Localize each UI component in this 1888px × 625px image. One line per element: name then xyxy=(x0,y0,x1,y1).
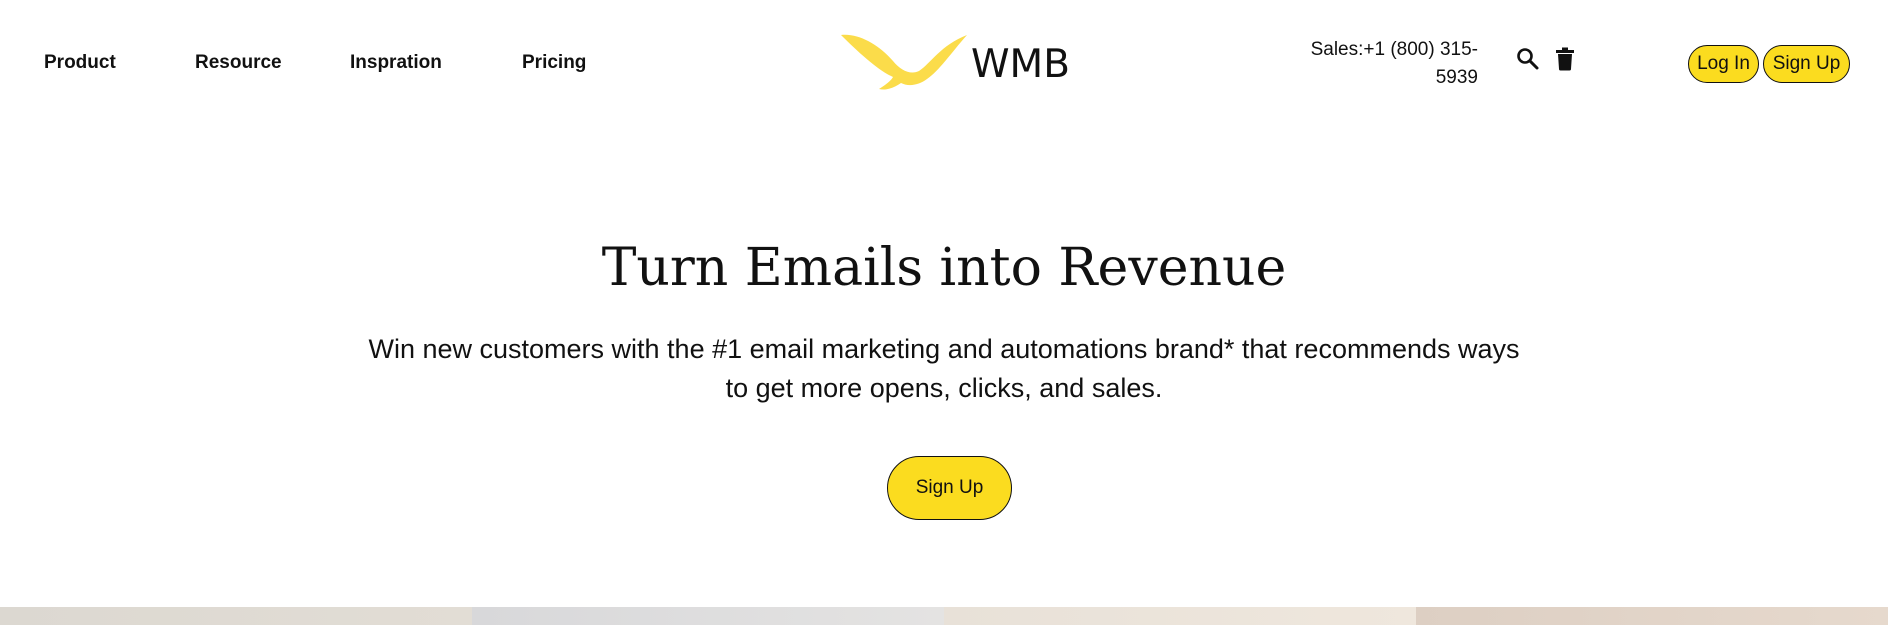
nav-item-product[interactable]: Product xyxy=(44,52,116,74)
image-gallery-strip xyxy=(0,607,1888,625)
gallery-image xyxy=(0,607,472,625)
login-button[interactable]: Log In xyxy=(1688,45,1759,83)
nav-item-inspiration[interactable]: Inspration xyxy=(350,52,442,74)
gallery-image xyxy=(944,607,1416,625)
search-icon[interactable] xyxy=(1516,47,1540,71)
trash-icon[interactable] xyxy=(1555,47,1575,71)
brand-logo[interactable]: WMB xyxy=(839,31,1070,93)
signup-button[interactable]: Sign Up xyxy=(1763,45,1850,83)
bird-logo-icon xyxy=(841,34,967,90)
sales-phone: Sales:+1 (800) 315-5939 xyxy=(1310,39,1478,88)
hero-title: Turn Emails into Revenue xyxy=(601,238,1287,298)
hero-signup-button[interactable]: Sign Up xyxy=(887,456,1012,520)
site-header: Product Resource Inspration Pricing WMB … xyxy=(0,0,1888,125)
nav-item-resource[interactable]: Resource xyxy=(195,52,282,74)
nav-item-pricing[interactable]: Pricing xyxy=(522,52,586,74)
gallery-image xyxy=(472,607,944,625)
hero-subtitle: Win new customers with the #1 email mark… xyxy=(368,334,1520,403)
gallery-image xyxy=(1416,607,1888,625)
brand-name: WMB xyxy=(971,41,1070,87)
